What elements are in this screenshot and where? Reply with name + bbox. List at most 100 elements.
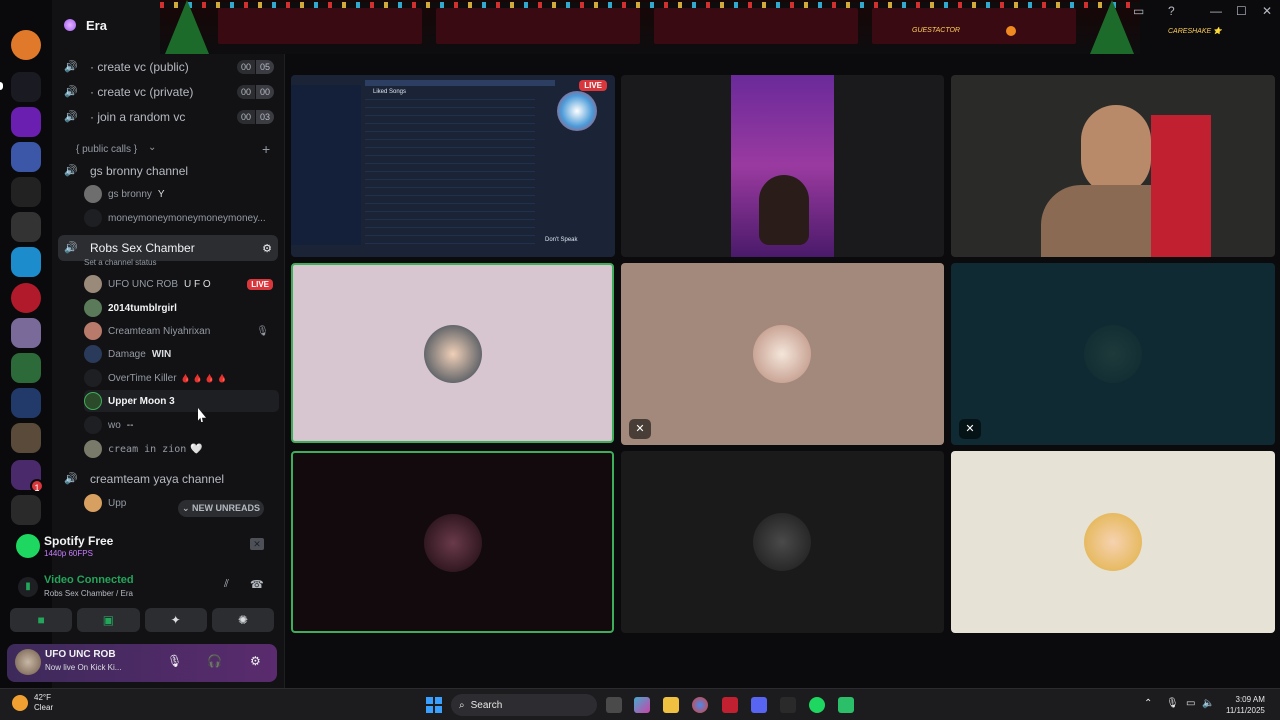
stream-caption: Don't Speak [545, 237, 578, 243]
server-icon[interactable] [11, 318, 41, 348]
network-icon[interactable]: ▭ [1186, 698, 1195, 709]
voice-channel[interactable]: 🔊 · join a random vc 00 03 [58, 106, 278, 128]
voice-channel[interactable]: 🔊 · create vc (public) 00 05 [58, 56, 278, 78]
voice-user[interactable]: 2014tumblrgirl [84, 297, 279, 319]
voice-channel[interactable]: 🔊 · create vc (private) 00 00 [58, 81, 278, 103]
video-tile-speaking[interactable] [291, 451, 614, 633]
temperature: 42°F [34, 693, 51, 702]
gear-icon[interactable]: ⚙ [262, 242, 272, 255]
file-explorer-icon[interactable] [663, 697, 679, 713]
noise-suppression-icon[interactable]: ⫽ [224, 578, 229, 591]
voice-location[interactable]: Robs Sex Chamber / Era [44, 589, 133, 598]
live-badge: LIVE [579, 80, 607, 91]
clock[interactable]: 3:09 AM 11/11/2025 [1226, 694, 1265, 716]
settings-gear-icon[interactable]: ⚙ [250, 654, 261, 668]
activity-panel: Spotify Free 1440p 60FPS ✕ [4, 528, 275, 568]
voice-channel[interactable]: 🔊 gs bronny channel [58, 160, 278, 182]
server-icon[interactable] [11, 353, 41, 383]
server-icon[interactable] [11, 142, 41, 172]
video-tile[interactable]: ✕ [621, 263, 944, 445]
app-icon[interactable] [838, 697, 854, 713]
headphones-icon[interactable]: 🎧 [207, 654, 222, 668]
activities-button[interactable]: ✦ [144, 608, 207, 632]
speaker-icon: 🔊 [64, 242, 78, 254]
speaker-icon: 🔊 [64, 86, 78, 98]
screen-share-button[interactable]: ▣ [77, 608, 140, 632]
hangup-icon[interactable]: ☎ [250, 578, 264, 591]
camera-button[interactable]: ■ [10, 608, 73, 632]
close-stream-icon[interactable]: ✕ [250, 538, 264, 550]
mic-tray-icon[interactable]: 🎙 [1166, 698, 1179, 709]
server-icon[interactable] [11, 247, 41, 277]
category-label[interactable]: { public calls } [76, 144, 137, 155]
inbox-icon[interactable]: ▭ [1133, 4, 1144, 18]
avatar [424, 514, 482, 572]
chrome-icon[interactable] [692, 697, 708, 713]
voice-user[interactable]: Creamteam Niyahrixan 🎙 [84, 320, 279, 342]
server-icon[interactable] [11, 423, 41, 453]
volume-icon[interactable]: 🔈 [1202, 698, 1214, 709]
voice-channel[interactable]: 🔊 creamteam yaya channel [58, 468, 278, 490]
chevron-up-icon[interactable]: ⌃ [1144, 698, 1152, 709]
channel-name: creamteam yaya channel [90, 472, 225, 486]
weather-widget[interactable]: 42°F Clear [12, 693, 53, 713]
speaker-icon: 🔊 [64, 111, 78, 123]
direct-messages-icon[interactable] [11, 72, 41, 102]
participant-figure [1081, 105, 1151, 195]
video-tile[interactable] [621, 75, 944, 257]
user-count: 00 03 [237, 110, 274, 124]
close-icon[interactable]: ✕ [1262, 4, 1272, 18]
voice-user[interactable]: cream in zion 🤍 [84, 438, 279, 460]
voice-user[interactable]: OverTime Killer 🩸 🩸 🩸 🩸 [84, 367, 279, 389]
avatar [753, 513, 811, 571]
server-icon[interactable] [11, 107, 41, 137]
soundboard-button[interactable]: ✺ [211, 608, 274, 632]
server-icon[interactable] [11, 495, 41, 525]
server-icon[interactable]: 1 [11, 460, 44, 493]
microphone-icon[interactable]: 🎙 [167, 654, 182, 668]
server-icon[interactable] [11, 177, 41, 207]
voice-user[interactable]: UFO UNC ROB U F O LIVE [84, 273, 279, 295]
new-unreads-button[interactable]: ⌄ NEW UNREADS [178, 500, 264, 517]
voice-user[interactable]: wo -- [84, 414, 279, 436]
avatar[interactable] [15, 649, 41, 675]
audio-app-icon[interactable] [780, 697, 796, 713]
taskbar-search[interactable]: ⌕ Search [451, 694, 597, 716]
voice-user[interactable]: Upper Moon 3 [84, 390, 279, 412]
app-icon[interactable] [722, 697, 738, 713]
discord-icon[interactable] [751, 697, 767, 713]
start-button[interactable] [426, 697, 442, 713]
banner-slot [218, 8, 422, 44]
help-icon[interactable]: ? [1168, 4, 1175, 18]
server-icon[interactable] [11, 388, 41, 418]
copilot-icon[interactable] [634, 697, 650, 713]
voice-user[interactable]: Damage WIN [84, 343, 279, 365]
video-tile[interactable]: ✕ [951, 263, 1275, 445]
video-tile-speaking[interactable] [291, 263, 614, 443]
channel-status[interactable]: Set a channel status [84, 258, 157, 267]
mic-muted-icon: ✕ [629, 419, 651, 439]
mic-off-icon: 🎙 [256, 325, 269, 337]
channel-name: · join a random vc [90, 110, 186, 124]
channel-name: · create vc (private) [90, 85, 194, 99]
maximize-icon[interactable]: ☐ [1236, 4, 1247, 18]
voice-user[interactable]: gs bronny Y [84, 183, 279, 205]
server-icon[interactable] [11, 283, 41, 313]
server-icon[interactable] [11, 212, 41, 242]
avatar [424, 325, 482, 383]
task-view-icon[interactable] [606, 697, 622, 713]
screen-share-tile[interactable]: Liked Songs LIVE Don't Speak [291, 75, 615, 257]
spotify-icon[interactable] [809, 697, 825, 713]
server-name: Era [86, 17, 107, 33]
user-panel: UFO UNC ROB Now live On Kick Ki... 🎙 🎧 ⚙ [7, 644, 277, 682]
voice-user[interactable]: moneymoneymoneymoneymoney... [84, 207, 279, 229]
video-tile[interactable] [951, 75, 1275, 257]
video-tile[interactable] [951, 451, 1275, 633]
voice-status-panel: ▮ Video Connected Robs Sex Chamber / Era… [4, 570, 275, 606]
avatar [84, 369, 102, 387]
add-channel-button[interactable]: + [262, 141, 270, 157]
home-icon[interactable] [11, 30, 41, 60]
signal-icon[interactable]: ▮ [18, 577, 38, 597]
video-tile[interactable] [621, 451, 944, 633]
minimize-icon[interactable]: — [1210, 4, 1222, 18]
